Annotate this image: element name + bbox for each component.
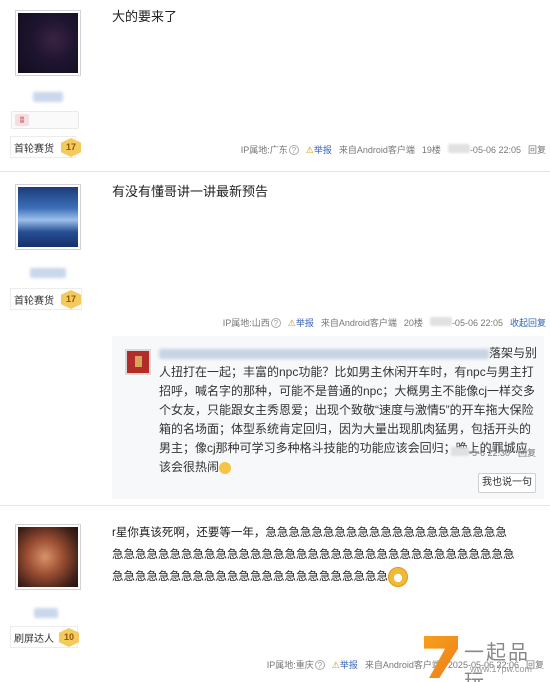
help-circle-icon[interactable]: ? <box>288 145 299 155</box>
post-time: -05-06 22:05 <box>447 144 521 155</box>
reply-link[interactable]: 回复 <box>528 143 546 156</box>
report-link[interactable]: ⚠举报 <box>332 658 358 671</box>
member-badge[interactable]: ʬ <box>11 111 79 129</box>
level-name: 首轮赛货 <box>14 295 54 307</box>
user-avatar[interactable] <box>15 524 81 590</box>
report-link[interactable]: ⚠举报 <box>306 143 332 156</box>
post-floor-20: 首轮赛货 17 有没有懂哥讲一讲最新预告 IP属地:山西? ⚠举报 来自Andr… <box>0 172 550 506</box>
report-link[interactable]: ⚠举报 <box>288 316 314 329</box>
reply-username-blurred[interactable] <box>159 348 489 359</box>
username-blurred[interactable] <box>33 92 63 102</box>
level-name: 首轮赛货 <box>14 143 54 155</box>
ip-location: IP属地:重庆? <box>267 658 325 671</box>
client-source: 来自Android客户端 <box>338 145 415 155</box>
ip-location: IP属地:山西? <box>223 316 281 329</box>
reply-box: 落架与别 人扭打在一起；丰富的npc功能？比如男主休闲开车时，有npc与男主打招… <box>112 336 544 499</box>
post-content: 有没有懂哥讲一讲最新预告 <box>112 184 269 199</box>
badge-icon: ʬ <box>15 114 29 126</box>
reply-time: -5-6 22:30 <box>450 447 510 458</box>
level-badge[interactable]: 首轮赛货 17 <box>10 288 82 310</box>
user-avatar[interactable] <box>15 184 81 250</box>
post-content: r星你真该死啊，还要等一年，急急急急急急急急急急急急急急急急急急急急急 急急急急… <box>112 522 548 588</box>
level-badge[interactable]: 刷屏达人 10 <box>10 626 79 648</box>
collapse-replies-link[interactable]: 收起回复 <box>510 316 546 329</box>
post-content: 大的要来了 <box>112 9 178 24</box>
site-logo-icon <box>424 636 458 678</box>
emoji-icon <box>388 566 408 587</box>
level-number-icon: 10 <box>59 628 79 647</box>
add-comment-button[interactable]: 我也说一句 <box>478 473 536 493</box>
client-source: 来自Android客户端 <box>320 318 397 328</box>
warning-icon: ⚠ <box>305 145 314 155</box>
post-time: -05-06 22:05 <box>429 317 503 328</box>
user-avatar[interactable] <box>15 10 81 76</box>
site-watermark: 一起品玩 www.17pw.com <box>420 632 550 682</box>
post-meta: IP属地:广东? ⚠举报 来自Android客户端 19楼 -05-06 22:… <box>241 143 546 156</box>
watermark-url: www.17pw.com <box>470 664 533 674</box>
ip-location: IP属地:广东? <box>241 143 299 156</box>
username-blurred[interactable] <box>34 608 58 618</box>
level-number-icon: 17 <box>61 290 81 309</box>
reply-user-avatar[interactable] <box>125 349 151 375</box>
post-meta: IP属地:山西? ⚠举报 来自Android客户端 20楼 -05-06 22:… <box>223 316 546 329</box>
reply-meta: -5-6 22:30 回复 <box>450 446 536 459</box>
watermark-name: 一起品玩 <box>464 640 530 682</box>
floor-number: 19楼 <box>421 145 441 155</box>
warning-icon: ⚠ <box>287 318 296 328</box>
post-floor-19: ʬ 首轮赛货 17 大的要来了 IP属地:广东? ⚠举报 来自Android客户… <box>0 0 550 172</box>
help-circle-icon[interactable]: ? <box>270 318 281 328</box>
username-blurred[interactable] <box>30 268 66 278</box>
level-badge[interactable]: 首轮赛货 17 <box>10 136 81 158</box>
reply-reply-link[interactable]: 回复 <box>518 446 536 459</box>
help-circle-icon[interactable]: ? <box>314 660 325 670</box>
floor-number: 20楼 <box>403 318 423 328</box>
smile-emoji-icon <box>219 461 232 474</box>
level-number-icon: 17 <box>61 138 81 157</box>
level-name: 刷屏达人 <box>14 633 54 645</box>
warning-icon: ⚠ <box>331 660 340 670</box>
